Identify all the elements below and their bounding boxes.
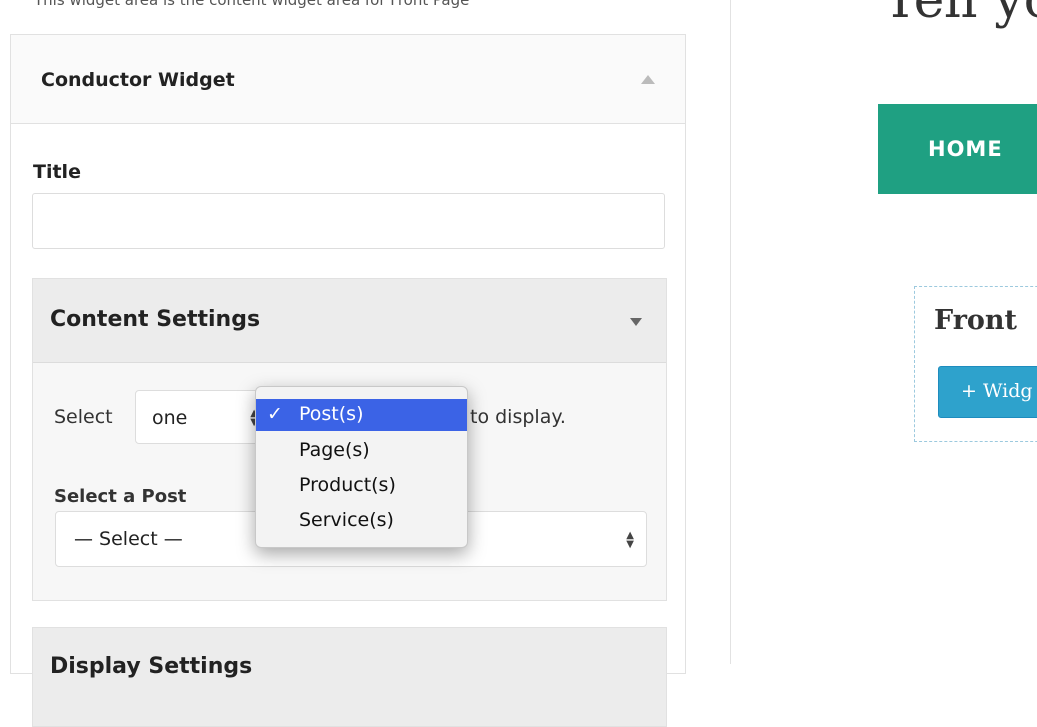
dropdown-option-products[interactable]: Product(s) [256,470,467,502]
customizer-panel: This widget area is the content widget a… [0,0,730,727]
dropdown-option-label: Product(s) [299,474,396,496]
title-input[interactable] [32,193,665,249]
dropdown-option-posts[interactable]: ✓ Post(s) [256,399,467,431]
site-title: Tell yo [883,0,1037,30]
nav-bar: HOME [878,104,1037,194]
post-select-value: — Select — [74,528,183,550]
title-field-label: Title [33,161,81,183]
dropdown-option-label: Service(s) [299,509,394,531]
dropdown-option-services[interactable]: Service(s) [256,505,467,537]
add-widget-button[interactable]: + Widg [938,366,1037,418]
content-settings-title: Content Settings [50,307,261,332]
site-preview: Tell yo HOME Front + Widg [731,0,1037,664]
count-select[interactable]: one ▲▼ [135,390,265,444]
select-suffix-label: to display. [470,406,566,428]
widget-area-description: This widget area is the content widget a… [34,0,470,9]
content-settings-header[interactable]: Content Settings [33,279,666,363]
count-select-value: one [152,407,188,429]
expand-arrow-icon[interactable] [630,318,642,326]
widget-area-heading: Front [934,305,1018,336]
front-widget-area: Front + Widg [914,286,1037,442]
widget-title: Conductor Widget [41,69,235,91]
widget-header[interactable]: Conductor Widget [11,35,685,124]
select-prefix-label: Select [54,406,113,428]
add-widget-label: + Widg [961,380,1033,402]
select-post-label: Select a Post [54,486,187,507]
display-settings-title: Display Settings [50,654,253,679]
collapse-arrow-icon[interactable] [641,75,655,84]
dropdown-option-pages[interactable]: Page(s) [256,435,467,467]
display-settings-section[interactable]: Display Settings [32,627,667,727]
checkmark-icon: ✓ [267,403,283,425]
select-stepper-icon: ▲▼ [626,530,634,550]
nav-home-link[interactable]: HOME [928,137,1003,161]
content-type-dropdown: ✓ Post(s) Page(s) Product(s) Service(s) [255,386,468,548]
conductor-widget: Conductor Widget Title Content Settings … [10,34,686,727]
dropdown-option-label: Page(s) [299,439,370,461]
dropdown-option-label: Post(s) [299,403,364,425]
